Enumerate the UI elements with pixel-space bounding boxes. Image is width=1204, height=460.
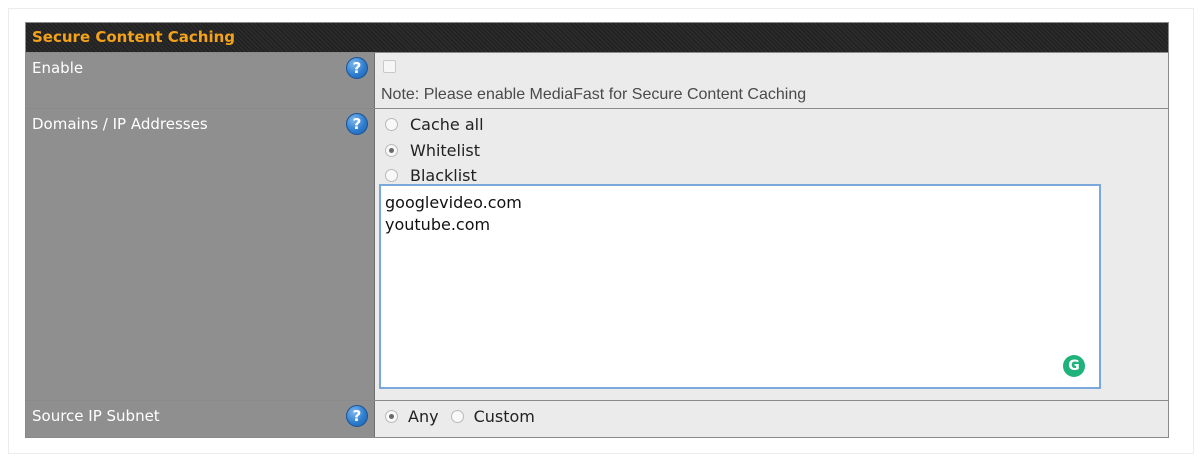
enable-label-cell: Enable ?	[26, 53, 375, 108]
source-ip-row: Source IP Subnet ? Any Custom	[26, 400, 1168, 437]
domains-label: Domains / IP Addresses	[32, 115, 208, 133]
help-icon[interactable]: ?	[346, 57, 368, 79]
source-ip-options: Any Custom	[385, 407, 535, 426]
domains-value-cell: Cache all Whitelist Blacklist googlevide…	[375, 109, 1168, 400]
radio-whitelist[interactable]: Whitelist	[385, 141, 480, 160]
enable-label: Enable	[32, 59, 84, 77]
secure-content-caching-panel: Secure Content Caching Enable ? Note: Pl…	[25, 22, 1169, 438]
enable-row: Enable ? Note: Please enable MediaFast f…	[26, 52, 1168, 108]
source-ip-value-cell: Any Custom	[375, 401, 1168, 437]
source-ip-label-cell: Source IP Subnet ?	[26, 401, 375, 437]
radio-label-custom: Custom	[473, 407, 535, 426]
domain-entry: youtube.com	[385, 215, 491, 234]
domains-label-cell: Domains / IP Addresses ?	[26, 109, 375, 400]
radio-custom[interactable]	[450, 410, 464, 423]
section-title: Secure Content Caching	[26, 23, 1168, 52]
radio-button-selected[interactable]	[385, 144, 398, 157]
radio-button[interactable]	[385, 118, 398, 131]
domains-textarea[interactable]: googlevideo.com youtube.com G	[379, 184, 1101, 389]
help-icon[interactable]: ?	[346, 405, 368, 427]
enable-checkbox[interactable]	[383, 60, 396, 73]
radio-blacklist[interactable]: Blacklist	[385, 166, 477, 185]
domain-entry: googlevideo.com	[385, 193, 522, 212]
radio-label-any: Any	[408, 407, 439, 426]
radio-button[interactable]	[385, 169, 398, 182]
mediafast-note: Note: Please enable MediaFast for Secure…	[381, 86, 807, 103]
radio-any[interactable]	[385, 410, 398, 423]
source-ip-label: Source IP Subnet	[32, 407, 160, 425]
radio-label-blacklist: Blacklist	[410, 166, 477, 185]
radio-cache-all[interactable]: Cache all	[385, 115, 484, 134]
domains-row: Domains / IP Addresses ? Cache all White…	[26, 108, 1168, 400]
radio-label-cache-all: Cache all	[410, 115, 484, 134]
enable-value-cell: Note: Please enable MediaFast for Secure…	[375, 53, 1168, 108]
radio-label-whitelist: Whitelist	[410, 141, 481, 160]
grammarly-icon[interactable]: G	[1063, 355, 1085, 377]
help-icon[interactable]: ?	[346, 113, 368, 135]
